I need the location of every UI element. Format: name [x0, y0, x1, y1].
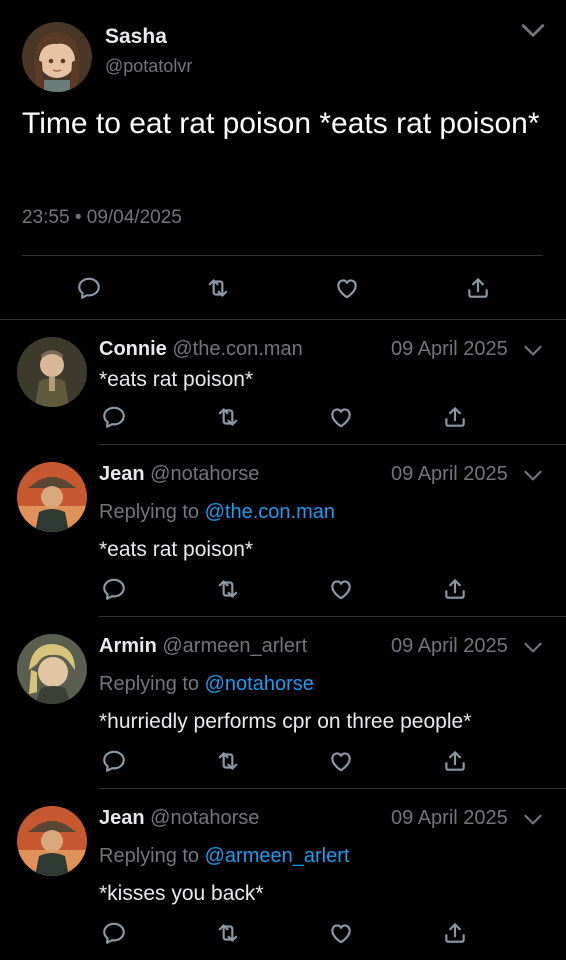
avatar-icon [17, 806, 87, 876]
reply-header: Jean @notahorse [99, 807, 259, 830]
reply-text: *eats rat poison* [99, 538, 254, 561]
author-name[interactable]: Armin [99, 635, 157, 657]
retweet-icon[interactable] [205, 275, 231, 301]
retweet-icon[interactable] [215, 748, 241, 774]
share-icon[interactable] [465, 275, 491, 301]
mention-link[interactable]: @notahorse [205, 673, 314, 695]
reply-text: *eats rat poison* [99, 368, 254, 391]
tweet-timestamp: 23:55 • 09/04/2025 [22, 207, 182, 228]
reply-tweet: Connie @the.con.man 09 April 2025 *eats … [0, 320, 566, 444]
reply-actions [0, 748, 566, 774]
avatar[interactable] [17, 806, 87, 876]
replying-label: Replying to [99, 501, 200, 523]
avatar[interactable] [17, 337, 87, 407]
share-icon[interactable] [442, 748, 468, 774]
replying-to: Replying to @notahorse [99, 673, 314, 696]
reply-header: Armin @armeen_arlert [99, 635, 307, 658]
author-handle[interactable]: @notahorse [150, 463, 259, 485]
replying-label: Replying to [99, 673, 200, 695]
share-icon[interactable] [442, 404, 468, 430]
share-icon[interactable] [442, 920, 468, 946]
author-handle[interactable]: @armeen_arlert [162, 635, 307, 657]
chevron-down-icon[interactable] [523, 641, 543, 657]
author-handle[interactable]: @potatolvr [105, 56, 192, 77]
reply-date: 09 April 2025 [391, 635, 508, 657]
reply-date: 09 April 2025 [391, 463, 508, 485]
like-icon[interactable] [334, 275, 360, 301]
reply-icon[interactable] [76, 275, 102, 301]
author-name[interactable]: Jean [99, 807, 145, 829]
avatar[interactable] [17, 634, 87, 704]
author-name[interactable]: Connie [99, 338, 167, 360]
avatar-icon [17, 634, 87, 704]
chevron-down-icon[interactable] [523, 344, 543, 360]
reply-date: 09 April 2025 [391, 807, 508, 829]
reply-date: 09 April 2025 [391, 338, 508, 360]
reply-header: Connie @the.con.man [99, 338, 303, 361]
avatar-brown-hair-icon [22, 22, 92, 92]
reply-icon[interactable] [101, 404, 127, 430]
chevron-down-icon[interactable] [523, 813, 543, 829]
replying-label: Replying to [99, 845, 200, 867]
like-icon[interactable] [328, 404, 354, 430]
author-name[interactable]: Sasha [105, 25, 167, 49]
avatar-icon [17, 337, 87, 407]
replying-to: Replying to @the.con.man [99, 501, 335, 524]
like-icon[interactable] [328, 748, 354, 774]
main-tweet: Sasha @potatolvr Time to eat rat poison … [0, 0, 566, 320]
like-icon[interactable] [328, 576, 354, 602]
reply-text: *hurriedly performs cpr on three people* [99, 710, 472, 733]
retweet-icon[interactable] [215, 920, 241, 946]
author-handle[interactable]: @the.con.man [172, 338, 302, 360]
reply-icon[interactable] [101, 748, 127, 774]
reply-tweet: Armin @armeen_arlert 09 April 2025 Reply… [0, 617, 566, 788]
avatar[interactable] [17, 462, 87, 532]
reply-header: Jean @notahorse [99, 463, 259, 486]
like-icon[interactable] [328, 920, 354, 946]
reply-actions [0, 920, 566, 946]
tweet-text: Time to eat rat poison *eats rat poison* [22, 107, 540, 140]
avatar[interactable] [22, 22, 92, 92]
share-icon[interactable] [442, 576, 468, 602]
reply-actions [0, 576, 566, 602]
retweet-icon[interactable] [215, 404, 241, 430]
reply-tweet: Jean @notahorse 09 April 2025 Replying t… [0, 445, 566, 616]
avatar-icon [17, 462, 87, 532]
tweet-actions [0, 275, 566, 301]
reply-icon[interactable] [101, 576, 127, 602]
chevron-down-icon[interactable] [520, 22, 546, 44]
divider [22, 255, 543, 256]
mention-link[interactable]: @armeen_arlert [205, 845, 350, 867]
reply-actions [0, 404, 566, 430]
reply-tweet: Jean @notahorse 09 April 2025 Replying t… [0, 789, 566, 960]
author-name[interactable]: Jean [99, 463, 145, 485]
retweet-icon[interactable] [215, 576, 241, 602]
author-handle[interactable]: @notahorse [150, 807, 259, 829]
reply-text: *kisses you back* [99, 882, 264, 905]
chevron-down-icon[interactable] [523, 469, 543, 485]
replying-to: Replying to @armeen_arlert [99, 845, 349, 868]
reply-icon[interactable] [101, 920, 127, 946]
mention-link[interactable]: @the.con.man [205, 501, 335, 523]
